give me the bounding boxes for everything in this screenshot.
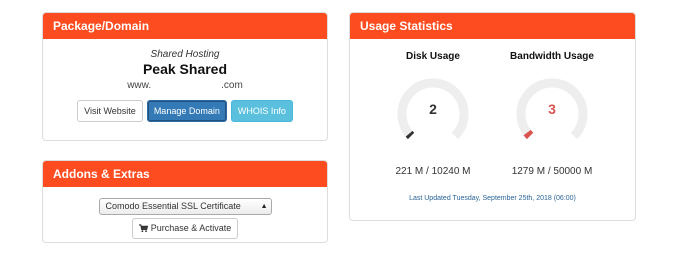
bandwidth-usage-stat: Bandwidth Usage 3 1279 M / 50000 M	[497, 51, 607, 177]
bandwidth-usage-gauge: 3	[515, 77, 589, 151]
disk-usage-amount: 221 M / 10240 M	[395, 166, 471, 177]
package-name: Peak Shared	[142, 61, 228, 77]
panel-title: Usage Statistics	[350, 13, 635, 39]
domain-suffix: .com	[221, 80, 243, 91]
whois-info-button[interactable]: WHOIS Info	[230, 100, 293, 122]
package-domain-panel: Package/Domain Shared Hosting Peak Share…	[42, 12, 328, 141]
package-type: Shared Hosting	[150, 49, 220, 60]
addons-extras-panel: Addons & Extras Comodo Essential SSL Cer…	[42, 160, 328, 243]
panel-title: Package/Domain	[43, 13, 327, 39]
cart-icon	[138, 223, 148, 232]
bandwidth-usage-value: 3	[548, 101, 556, 117]
disk-usage-gauge: 2	[396, 77, 470, 151]
disk-gauge-fill	[405, 130, 415, 140]
addon-select[interactable]: Comodo Essential SSL Certificate ▲	[98, 197, 272, 215]
bandwidth-usage-amount: 1279 M / 50000 M	[511, 166, 593, 177]
disk-usage-stat: Disk Usage 2 221 M / 10240 M	[378, 51, 488, 177]
chevron-down-icon: ▲	[260, 202, 268, 210]
bandwidth-usage-title: Bandwidth Usage	[510, 51, 594, 62]
panel-title: Addons & Extras	[43, 161, 327, 187]
purchase-activate-label: Purchase & Activate	[150, 223, 232, 233]
disk-usage-title: Disk Usage	[406, 51, 460, 62]
domain-prefix: www.	[127, 80, 152, 91]
addon-select-value: Comodo Essential SSL Certificate	[105, 201, 241, 211]
usage-statistics-panel: Usage Statistics Disk Usage 2 221 M / 10…	[349, 12, 636, 221]
visit-website-button[interactable]: Visit Website	[77, 100, 143, 122]
manage-domain-button[interactable]: Manage Domain	[146, 100, 227, 122]
bandwidth-gauge-fill	[523, 129, 534, 140]
last-updated-text: Last Updated Tuesday, September 25th, 20…	[409, 195, 576, 202]
disk-usage-value: 2	[429, 101, 437, 117]
purchase-activate-button[interactable]: Purchase & Activate	[131, 217, 239, 239]
domain-name: www. .com	[43, 80, 327, 91]
